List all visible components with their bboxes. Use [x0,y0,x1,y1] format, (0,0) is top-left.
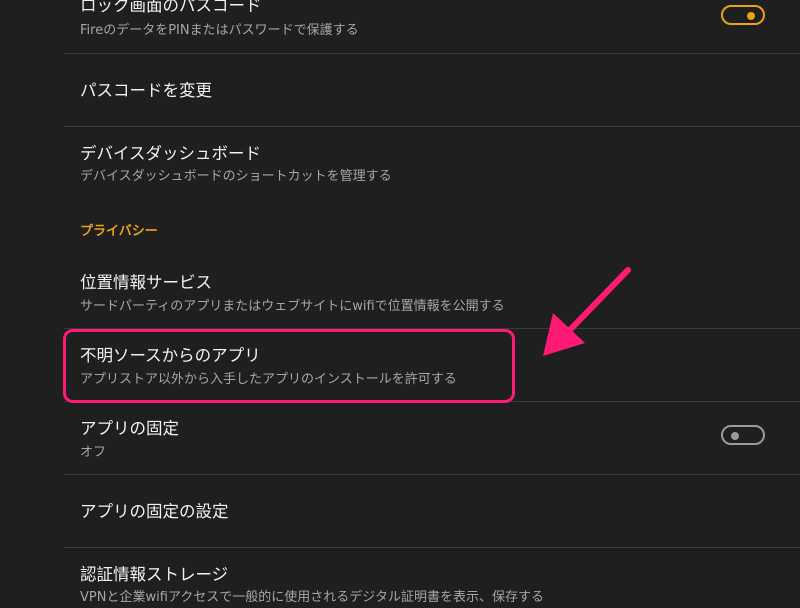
arrow-annotation-icon [543,267,631,356]
